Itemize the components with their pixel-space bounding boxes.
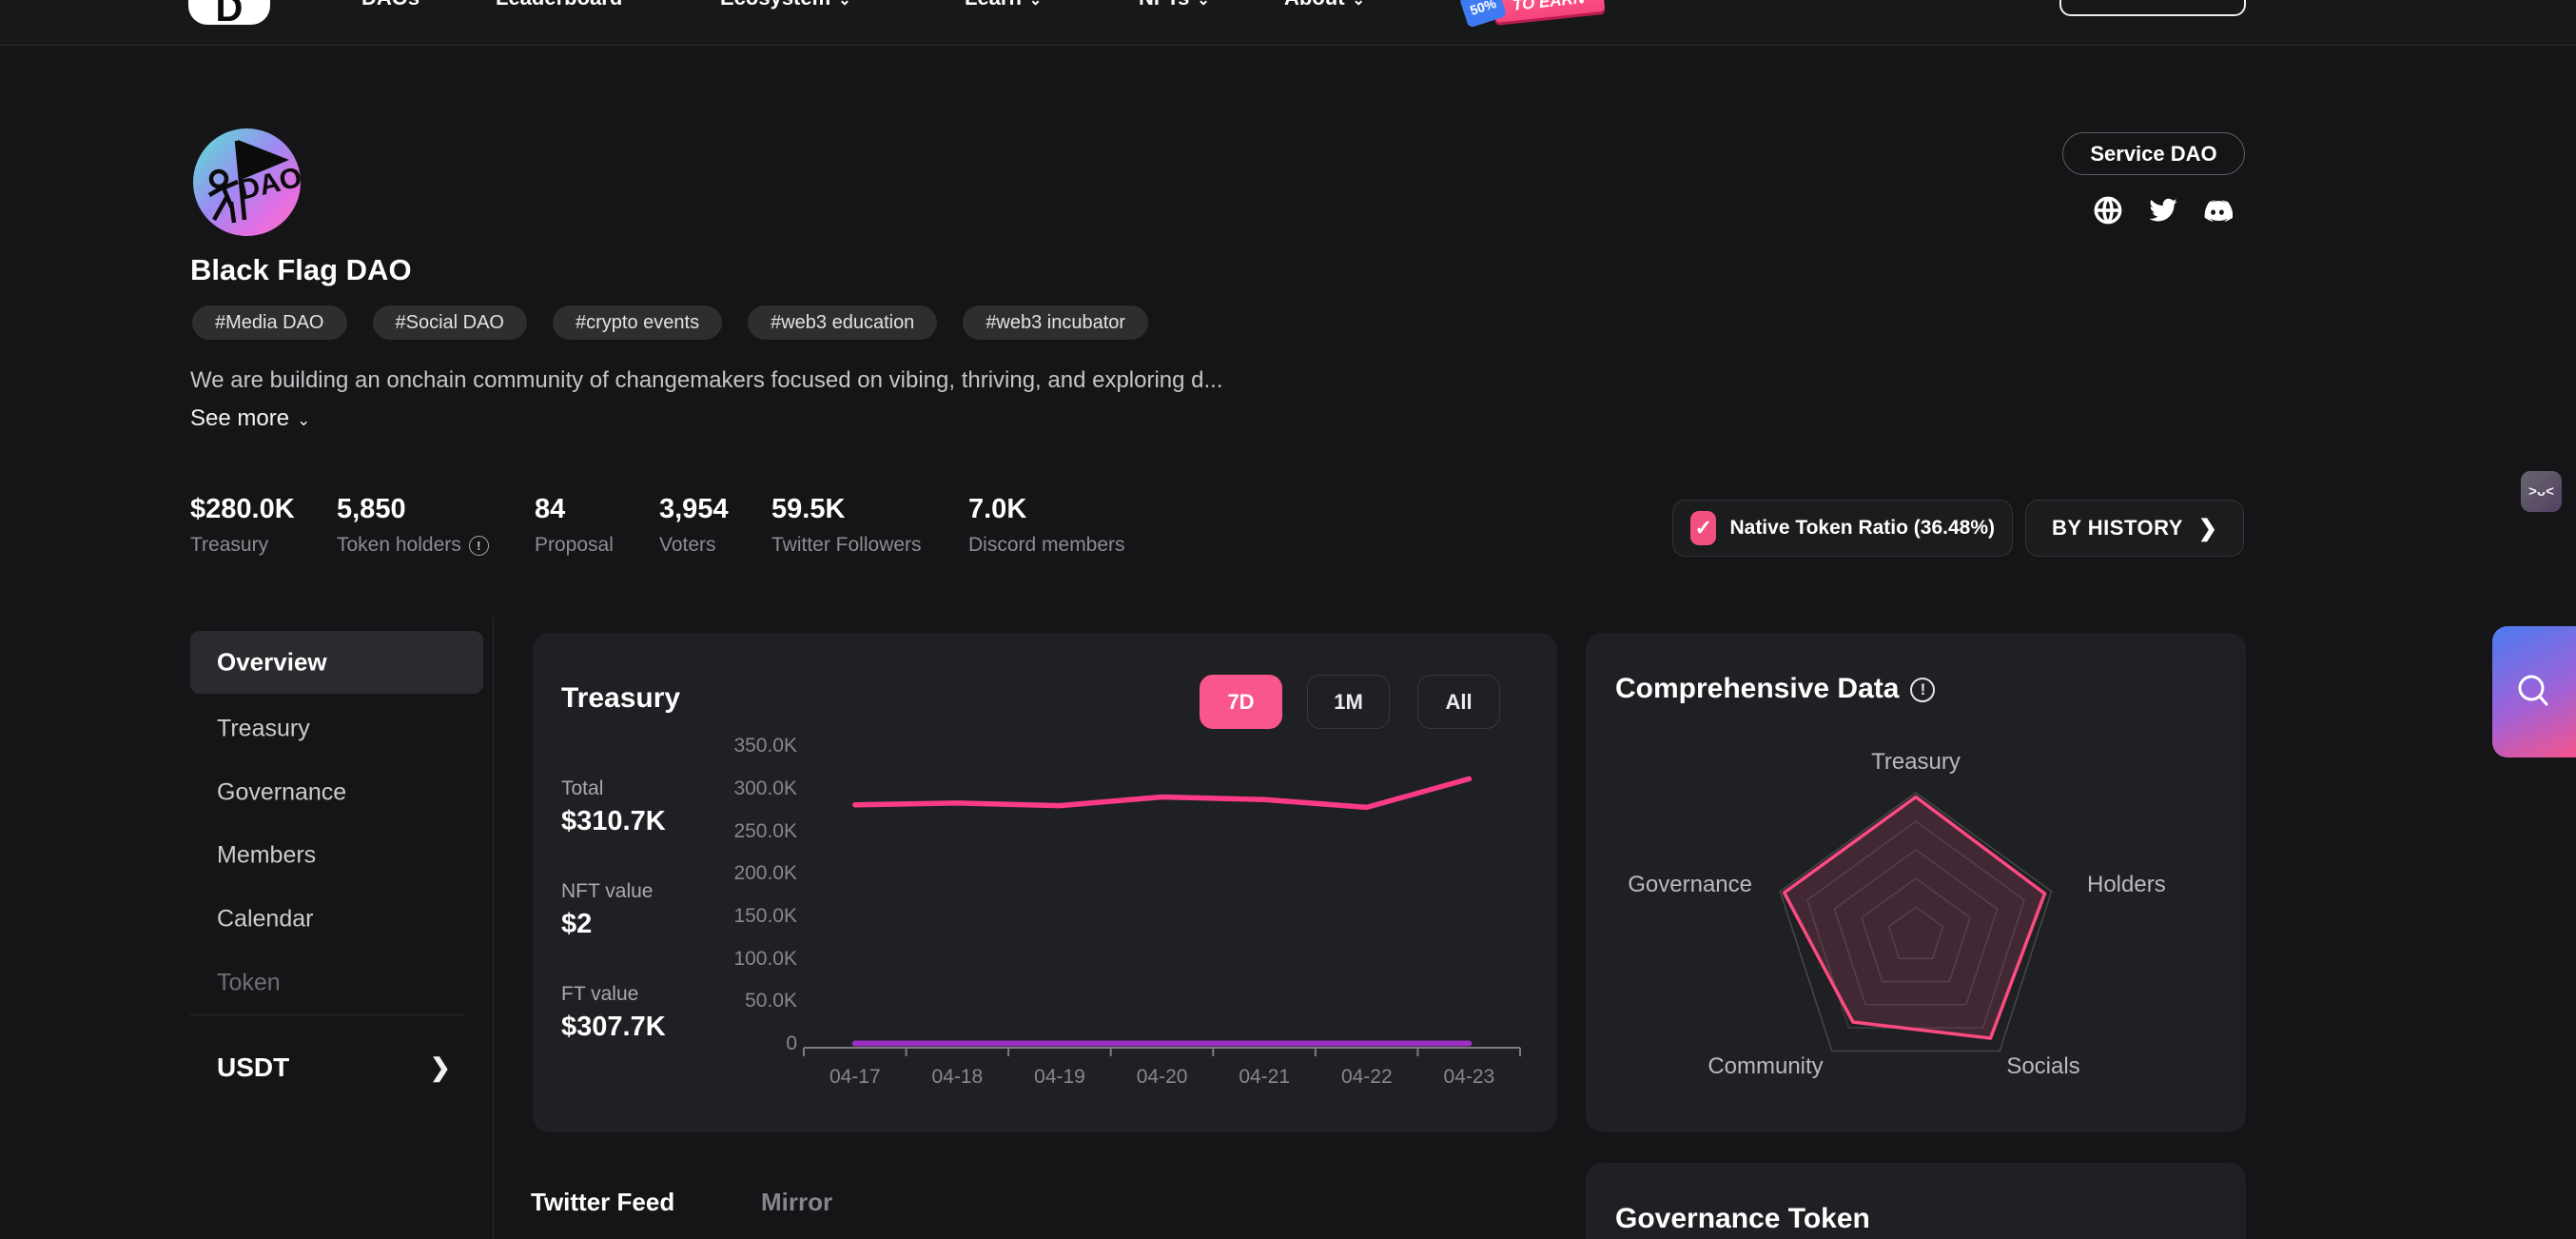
by-history-button[interactable]: BY HISTORY ❯: [2025, 500, 2244, 557]
discord-icon[interactable]: [2202, 195, 2233, 226]
y-tick: 0: [786, 1032, 797, 1054]
nav-item-learn[interactable]: Learn⌄: [965, 0, 1042, 10]
nav-item-about[interactable]: About⌄: [1284, 0, 1365, 10]
chevron-down-icon: ⌄: [1029, 0, 1042, 9]
feedback-widget-button[interactable]: >ᴗ<: [2521, 471, 2562, 512]
kaomoji-face-icon: >ᴗ<: [2528, 483, 2554, 500]
nav-item-leaderboard[interactable]: Leaderboard: [496, 0, 622, 10]
tag-pill[interactable]: #web3 education: [748, 305, 937, 340]
x-tick: 04-19: [1034, 1066, 1085, 1088]
sidebar-item-governance[interactable]: Governance: [217, 779, 346, 807]
y-tick: 150.0K: [733, 905, 797, 927]
tag-pill[interactable]: #crypto events: [553, 305, 722, 340]
sidebar-item-token[interactable]: Token: [217, 970, 281, 997]
chevron-down-icon: ⌄: [1353, 0, 1365, 9]
nav-item-daos[interactable]: DAOs: [361, 0, 420, 10]
chevron-down-icon: ⌄: [297, 411, 310, 429]
info-icon[interactable]: !: [469, 536, 489, 556]
comprehensive-data-card: Comprehensive Data! Treasury Holders Soc…: [1586, 633, 2246, 1132]
governance-token-title: Governance Token: [1615, 1203, 1870, 1235]
y-tick: 350.0K: [733, 735, 797, 757]
nav-item-ecosystem[interactable]: Ecosystem⌄: [720, 0, 851, 10]
sidebar-item-calendar[interactable]: Calendar: [217, 906, 313, 934]
dao-name: Black Flag DAO: [190, 253, 412, 287]
sidebar-usdt[interactable]: USDT: [217, 1052, 289, 1083]
x-tick: 04-22: [1341, 1066, 1393, 1088]
chevron-right-icon: ❯: [2198, 515, 2217, 542]
nav-item-nfts[interactable]: NFTs⌄: [1139, 0, 1210, 10]
tab-mirror[interactable]: Mirror: [761, 1188, 832, 1217]
stat-voters: 3,954 Voters: [659, 494, 729, 557]
radar-axis-label: Governance: [1628, 872, 1752, 897]
native-token-ratio-toggle[interactable]: ✓ Native Token Ratio (36.48%): [1672, 500, 2013, 557]
y-tick: 250.0K: [733, 820, 797, 842]
search-icon: [2515, 671, 2553, 713]
sidebar-divider: [493, 617, 494, 1239]
tag-pill[interactable]: #Media DAO: [192, 305, 347, 340]
promo-ribbon: TO EARN: [1493, 0, 1606, 23]
dao-description: We are building an onchain community of …: [190, 367, 1223, 394]
radar-axis-label: Community: [1708, 1053, 1823, 1079]
stat-proposal: 84 Proposal: [535, 494, 614, 557]
x-tick: 04-23: [1444, 1066, 1495, 1088]
promo-discount-tag: 50%: [1459, 0, 1507, 29]
radar-axis-label: Socials: [2006, 1053, 2079, 1079]
sidebar-item-overview[interactable]: Overview: [217, 648, 327, 678]
y-tick: 50.0K: [745, 990, 797, 1012]
chevron-down-icon: ⌄: [838, 0, 850, 9]
y-tick: 100.0K: [733, 948, 797, 970]
treasury-card: Treasury 7D 1M All Total $310.7K NFT val…: [533, 633, 1557, 1132]
tag-pill[interactable]: #Social DAO: [373, 305, 528, 340]
treasury-line-chart: 350.0K 300.0K 250.0K 200.0K 150.0K 100.0…: [533, 633, 1557, 1132]
website-globe-icon[interactable]: [2093, 195, 2123, 226]
radar-axis-label: Holders: [2087, 872, 2166, 897]
service-dao-badge[interactable]: Service DAO: [2062, 132, 2245, 175]
tag-pill[interactable]: #web3 incubator: [963, 305, 1148, 340]
sidebar-item-treasury[interactable]: Treasury: [217, 716, 310, 743]
twitter-icon[interactable]: [2148, 195, 2178, 226]
radar-chart: Treasury Holders Socials Community Gover…: [1586, 633, 2246, 1132]
deepdao-logo-glyph: D: [216, 0, 244, 25]
stat-discord-members: 7.0K Discord members: [968, 494, 1125, 557]
chevron-down-icon: ⌄: [1197, 0, 1209, 9]
nav-cta-button[interactable]: [2059, 0, 2246, 16]
x-tick: 04-18: [932, 1066, 984, 1088]
top-navbar: D DAOs Leaderboard Ecosystem⌄ Learn⌄ NFT…: [0, 0, 2576, 46]
page: D DAOs Leaderboard Ecosystem⌄ Learn⌄ NFT…: [0, 0, 2576, 1239]
treasury-line: [855, 778, 1470, 807]
x-axis: [804, 1048, 1520, 1056]
y-tick: 200.0K: [733, 862, 797, 884]
radar-axis-label: Treasury: [1871, 749, 1961, 775]
radar-data-polygon: [1785, 797, 2045, 1039]
stat-twitter-followers: 59.5K Twitter Followers: [771, 494, 922, 557]
stat-token-holders: 5,850 Token holders!: [337, 494, 489, 557]
tab-twitter-feed[interactable]: Twitter Feed: [531, 1188, 674, 1217]
sidebar-item-members[interactable]: Members: [217, 842, 316, 870]
stat-treasury: $280.0K Treasury: [190, 494, 295, 557]
x-tick: 04-21: [1239, 1066, 1290, 1088]
tag-list: #Media DAO #Social DAO #crypto events #w…: [192, 305, 1148, 340]
deepdao-logo[interactable]: D: [188, 0, 270, 25]
y-tick: 300.0K: [733, 777, 797, 799]
dao-avatar: DAO: [193, 128, 301, 236]
governance-token-card: Governance Token: [1586, 1163, 2246, 1239]
checkbox-checked-icon[interactable]: ✓: [1690, 511, 1716, 545]
search-flap-button[interactable]: [2492, 626, 2576, 757]
x-tick: 04-20: [1137, 1066, 1188, 1088]
chevron-right-icon[interactable]: ❯: [430, 1053, 451, 1083]
x-tick: 04-17: [829, 1066, 881, 1088]
see-more-link[interactable]: See more⌄: [190, 405, 310, 432]
divider: [190, 1014, 464, 1015]
